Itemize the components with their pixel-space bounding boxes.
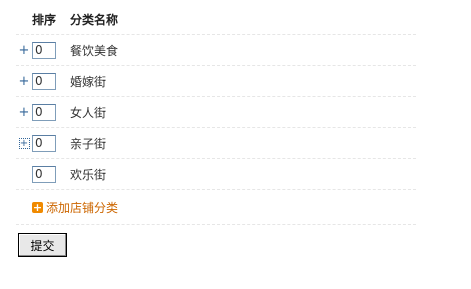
order-cell [32, 41, 66, 59]
header-order: 排序 [32, 12, 57, 27]
category-panel: 排序 分类名称 + 餐饮美食 + 婚嫁街 + 女人街 + [16, 4, 416, 225]
order-input[interactable] [32, 134, 56, 152]
table-row: + 婚嫁街 [16, 66, 416, 97]
expand-toggle[interactable]: + [16, 75, 32, 88]
plus-icon[interactable]: + [19, 106, 30, 119]
table-header: 排序 分类名称 [16, 4, 416, 35]
submit-area: 提交 [18, 233, 67, 257]
category-name: 婚嫁街 [70, 74, 107, 89]
order-cell [32, 72, 66, 90]
table-row: + 亲子街 [16, 128, 416, 159]
header-name: 分类名称 [70, 12, 119, 27]
table-row: + 餐饮美食 [16, 35, 416, 66]
add-category-row: + 添加店铺分类 [16, 190, 416, 225]
submit-button[interactable]: 提交 [18, 233, 67, 257]
order-input[interactable] [32, 165, 56, 183]
order-input[interactable] [32, 103, 56, 121]
plus-icon[interactable]: + [19, 75, 30, 88]
add-icon: + [32, 200, 43, 214]
table-row: + 女人街 [16, 97, 416, 128]
category-name: 欢乐街 [70, 167, 107, 182]
plus-icon[interactable]: + [18, 137, 30, 149]
category-name: 餐饮美食 [70, 43, 119, 58]
expand-toggle[interactable]: + [16, 137, 32, 149]
table-row: 欢乐街 [16, 159, 416, 190]
order-cell [32, 103, 66, 121]
category-name: 亲子街 [70, 136, 107, 151]
add-category-link[interactable]: + 添加店铺分类 [32, 199, 118, 216]
expand-toggle[interactable]: + [16, 106, 32, 119]
plus-icon[interactable]: + [19, 44, 30, 57]
order-cell [32, 165, 66, 183]
expand-toggle[interactable]: + [16, 44, 32, 57]
add-category-label: 添加店铺分类 [46, 200, 119, 215]
category-name: 女人街 [70, 105, 107, 120]
order-input[interactable] [32, 41, 56, 59]
order-cell [32, 134, 66, 152]
order-input[interactable] [32, 72, 56, 90]
